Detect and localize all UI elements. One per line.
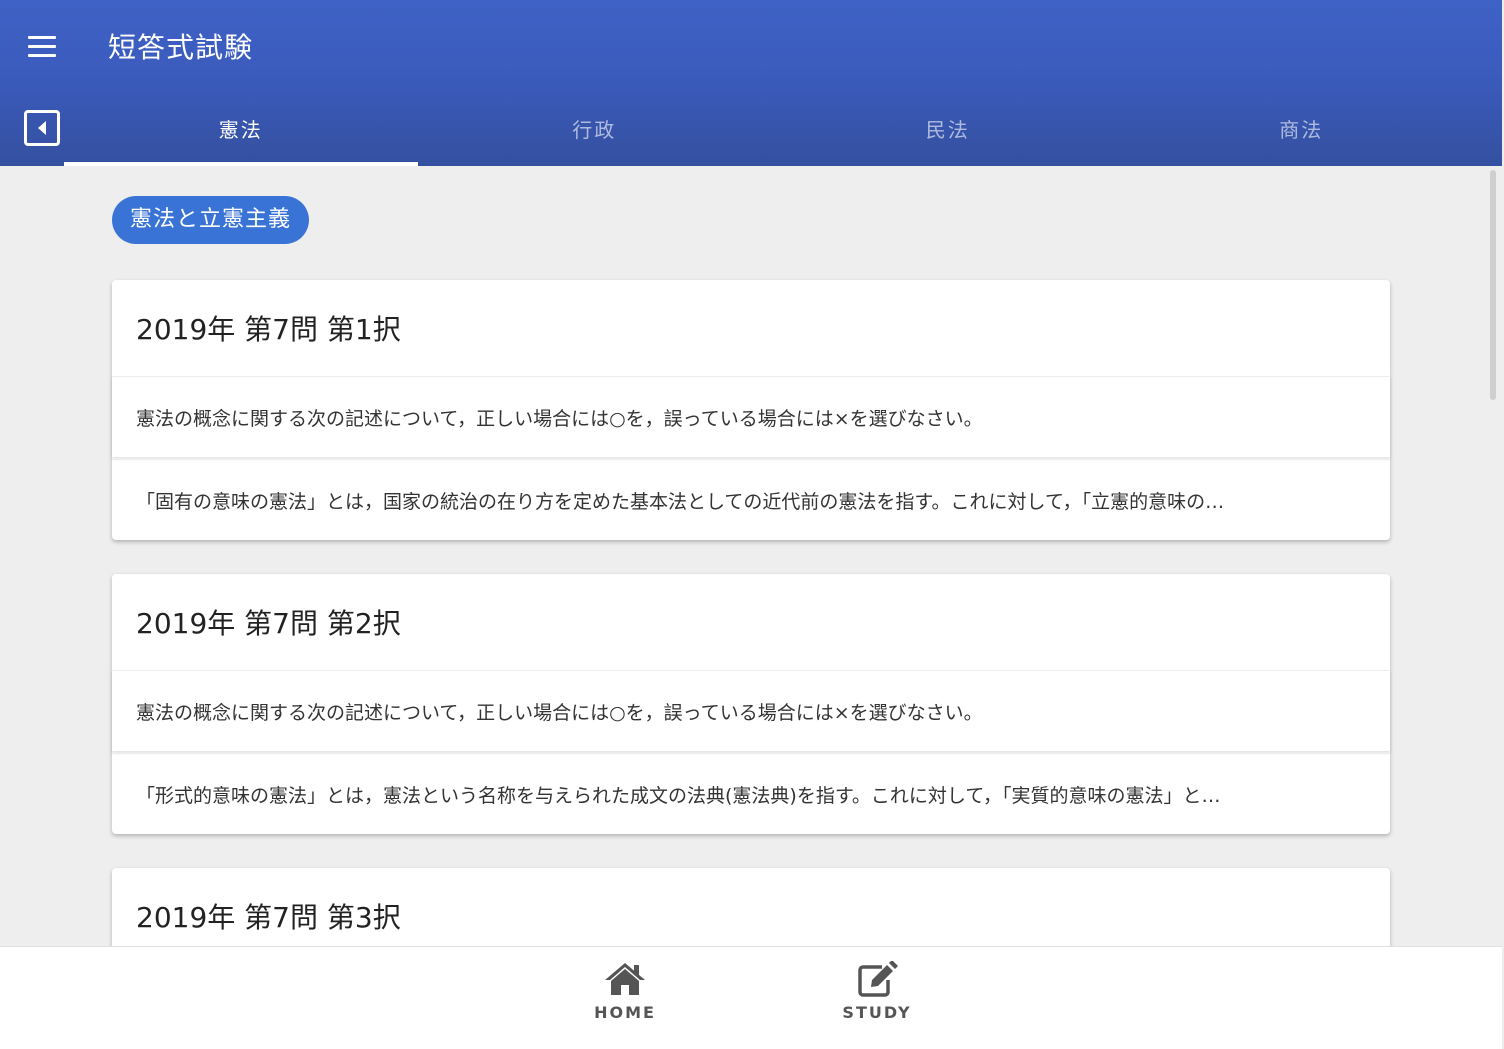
question-statement: 「形式的意味の憲法」とは，憲法という名称を与えられた成文の法典(憲法典)を指す。… (136, 785, 1221, 807)
study-nav-button[interactable]: STUDY (817, 960, 937, 1022)
hamburger-menu-icon[interactable] (22, 28, 62, 64)
question-title: 2019年 第7問 第1択 (136, 313, 401, 346)
category-chip[interactable]: 憲法と立憲主義 (112, 196, 310, 244)
app-bar: 短答式試験 憲法 行政 民法 商法 (0, 0, 1502, 166)
study-label: STUDY (842, 1003, 912, 1022)
tab-administrative[interactable]: 行政 (418, 98, 772, 166)
tab-commercial[interactable]: 商法 (1125, 98, 1479, 166)
page-title: 短答式試験 (108, 31, 254, 64)
question-prompt: 憲法の概念に関する次の記述について，正しい場合には○を，誤っている場合には×を選… (136, 408, 983, 430)
home-nav-button[interactable]: HOME (565, 961, 685, 1022)
question-card[interactable]: 2019年 第7問 第1択 憲法の概念に関する次の記述について，正しい場合には○… (112, 280, 1390, 540)
question-title: 2019年 第7問 第3択 (136, 901, 401, 934)
question-title: 2019年 第7問 第2択 (136, 607, 401, 640)
tab-constitution[interactable]: 憲法 (64, 98, 418, 166)
question-card[interactable]: 2019年 第7問 第2択 憲法の概念に関する次の記述について，正しい場合には○… (112, 574, 1390, 834)
question-statement: 「固有の意味の憲法」とは，国家の統治の在り方を定めた基本法としての近代前の憲法を… (136, 491, 1225, 513)
home-label: HOME (594, 1003, 656, 1022)
question-prompt: 憲法の概念に関する次の記述について，正しい場合には○を，誤っている場合には×を選… (136, 702, 983, 724)
scrollbar[interactable] (1490, 170, 1496, 400)
edit-icon (858, 960, 898, 997)
bottom-navigation: HOME STUDY (0, 946, 1502, 1049)
subject-tabs: 憲法 行政 民法 商法 (64, 98, 1478, 166)
back-arrow-icon[interactable] (24, 110, 60, 146)
home-icon (605, 963, 645, 995)
tab-civil[interactable]: 民法 (771, 98, 1125, 166)
